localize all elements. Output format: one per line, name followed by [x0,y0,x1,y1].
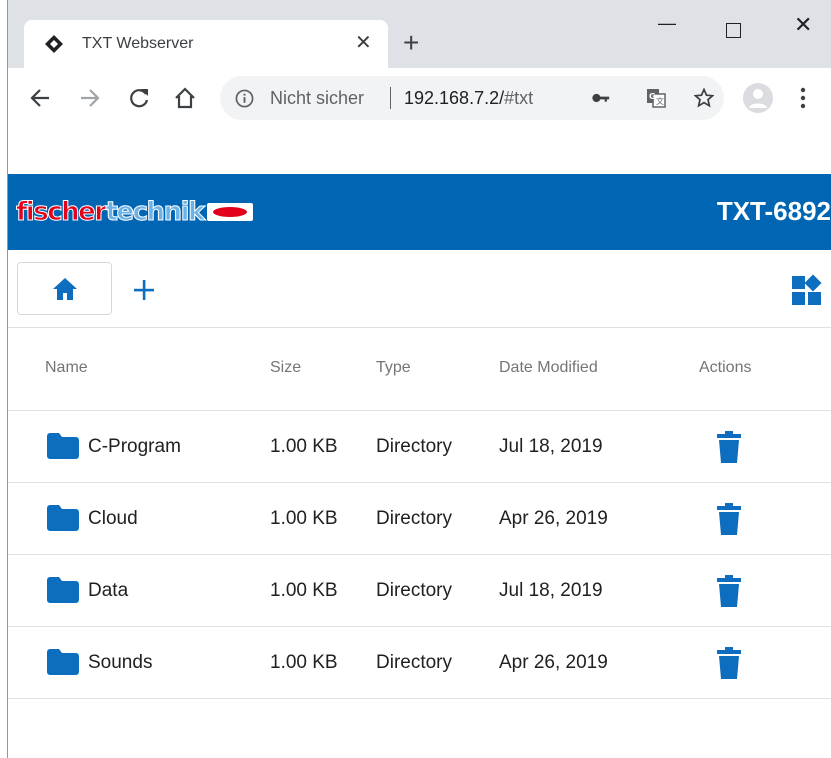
url-path: #txt [504,88,534,108]
person-icon [749,89,767,108]
star-icon[interactable] [694,88,714,108]
row-date: Jul 18, 2019 [499,436,603,457]
back-button[interactable] [26,84,54,112]
svg-text:G: G [649,92,656,101]
key-icon[interactable] [591,88,611,108]
column-header-actions: Actions [699,359,752,376]
row-date: Apr 26, 2019 [499,652,608,673]
info-icon[interactable] [235,89,254,108]
app-header: fischertechnik TXT-6892 [8,174,831,250]
reload-button[interactable] [125,84,153,112]
row-date: Jul 18, 2019 [499,580,603,601]
dashboard-layout-icon[interactable] [790,274,824,308]
logo-wordmark: fischertechnik [16,197,206,228]
column-header-name[interactable]: Name [45,359,88,377]
table-row[interactable]: Cloud 1.00 KB Directory Apr 26, 2019 [8,483,831,555]
trash-icon[interactable] [716,431,742,463]
tab-close-icon[interactable]: ✕ [355,33,372,53]
row-type: Directory [376,436,453,457]
plus-icon [134,280,154,300]
tab-title: TXT Webserver [82,35,194,52]
browser-toolbar: Nicht sicher 192.168.7.2/#txt G 文 [8,68,831,128]
table-header: Name Size Type Date Modified Actions [8,328,831,411]
add-button[interactable] [126,272,162,308]
row-type: Directory [376,580,453,601]
trash-icon[interactable] [716,575,742,607]
security-label[interactable]: Nicht sicher [270,88,364,109]
row-type: Directory [376,508,453,529]
home-browser-button[interactable] [171,84,199,112]
file-table: Name Size Type Date Modified Actions C-P… [8,328,831,699]
row-date: Apr 26, 2019 [499,508,608,529]
table-row[interactable]: Data 1.00 KB Directory Jul 18, 2019 [8,555,831,627]
translate-icon[interactable]: G 文 [646,88,666,108]
url-text[interactable]: 192.168.7.2/#txt [404,88,533,109]
arrow-right-icon [81,89,100,107]
forward-button[interactable] [76,84,104,112]
action-bar [8,250,831,328]
home-tab[interactable] [17,262,112,315]
arrow-left-icon [30,89,49,107]
row-name[interactable]: C-Program [88,436,181,458]
window-close-button[interactable]: ✕ [794,14,812,36]
device-title: TXT-6892 [716,196,831,226]
reload-icon [130,89,149,108]
folder-icon [47,433,79,459]
table-row[interactable]: Sounds 1.00 KB Directory Apr 26, 2019 [8,627,831,699]
home-icon [52,277,77,300]
folder-icon [47,505,79,531]
row-size: 1.00 KB [270,652,338,673]
row-size: 1.00 KB [270,508,338,529]
house-outline-icon [175,87,195,109]
row-name[interactable]: Data [88,580,128,602]
row-size: 1.00 KB [270,436,338,457]
svg-text:文: 文 [656,96,664,106]
browser-tab[interactable]: TXT Webserver ✕ [24,20,388,68]
fish-logo-icon [206,203,253,221]
folder-icon [47,649,79,675]
logo-text-fischer: fischer [16,197,108,228]
new-tab-button[interactable]: + [403,29,419,57]
row-name[interactable]: Sounds [88,652,152,674]
logo-text-technik: technik [105,197,206,228]
kebab-menu-icon[interactable] [800,86,806,110]
table-row[interactable]: C-Program 1.00 KB Directory Jul 18, 2019 [8,411,831,483]
omnibox-separator [390,87,391,109]
row-size: 1.00 KB [270,580,338,601]
folder-icon [47,577,79,603]
trash-icon[interactable] [716,647,742,679]
fischertechnik-logo: fischertechnik [16,196,253,228]
column-header-size[interactable]: Size [270,359,301,377]
column-header-date[interactable]: Date Modified [499,359,598,377]
column-header-type[interactable]: Type [376,359,411,377]
row-name[interactable]: Cloud [88,508,138,530]
profile-avatar[interactable] [743,83,773,113]
diamond-favicon-icon [45,35,63,53]
row-type: Directory [376,652,453,673]
address-bar[interactable]: Nicht sicher 192.168.7.2/#txt G 文 [220,76,724,120]
browser-tabstrip: TXT Webserver ✕ + — ✕ [8,0,831,68]
url-host: 192.168.7.2/ [404,88,505,108]
maximize-button[interactable] [726,23,741,38]
trash-icon[interactable] [716,503,742,535]
minimize-button[interactable]: — [658,14,676,32]
